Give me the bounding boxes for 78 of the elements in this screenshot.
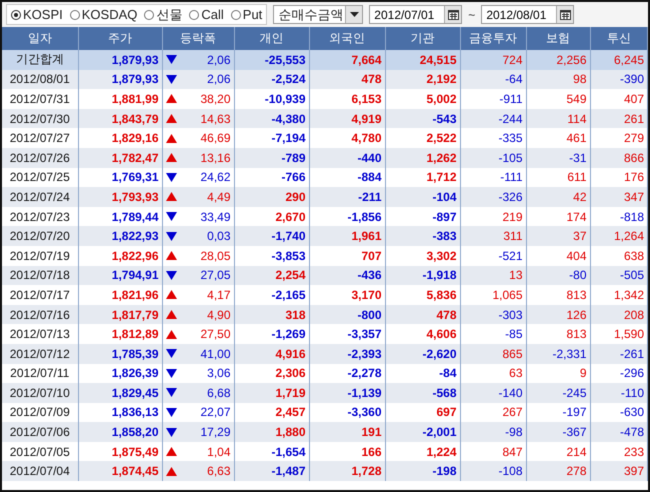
calendar-icon[interactable] [556,6,574,23]
change-cell: 27,05 [200,268,230,282]
start-date-field[interactable]: 2012/07/01 [369,5,462,24]
radio-button[interactable] [70,10,80,20]
up-triangle-icon [166,466,176,476]
up-triangle-icon [166,192,176,202]
market-label[interactable]: KOSPI [23,7,63,22]
value-cell: -108 [460,461,526,482]
value-cell: 1,728 [309,461,385,482]
change-cell: 38,20 [200,92,230,106]
column-header[interactable]: 개인 [234,27,309,50]
column-header[interactable]: 등락폭 [162,27,234,50]
up-triangle-icon [166,134,176,143]
change-cell: 27,50 [200,327,230,342]
down-triangle-icon [166,270,176,280]
down-triangle-icon [166,55,176,64]
change-cell: 0,03 [207,229,230,244]
up-triangle-icon [166,447,176,456]
change-cell: 28,05 [200,248,230,263]
change-cell: 46,69 [200,131,230,146]
radio-button[interactable] [144,10,154,20]
down-triangle-icon [166,349,176,358]
calendar-icon[interactable] [444,6,462,23]
column-header[interactable]: 투신 [590,27,648,50]
change-cell: 6,63 [207,464,230,478]
column-header[interactable]: 기관 [385,27,460,50]
change-cell: 6,68 [207,386,230,400]
column-header[interactable]: 일자 [2,27,78,50]
up-triangle-icon [166,114,176,124]
down-triangle-icon [166,388,176,398]
change-cell: 24,62 [200,170,230,184]
down-triangle-icon [166,74,176,84]
value-cell: 278 [526,461,590,482]
down-triangle-icon [166,368,176,378]
change-cell: 22,07 [200,405,230,420]
radio-button[interactable] [189,10,200,20]
column-header[interactable]: 금융투자 [460,27,526,50]
radio-button[interactable] [11,10,21,20]
price-cell: 1,874,45 [78,461,162,482]
change-cell: 4,49 [207,190,230,204]
value-cell: 397 [590,461,648,482]
column-header[interactable]: 외국인 [309,27,385,50]
market-label[interactable]: 선물 [156,6,182,24]
column-header[interactable]: 보험 [526,27,590,50]
up-triangle-icon [166,310,176,320]
value-cell: -198 [385,461,460,482]
date-range-separator: ~ [468,8,476,22]
change-cell: 17,29 [200,425,230,440]
change-cell: 4,90 [207,308,230,322]
date-cell: 2012/07/04 [2,461,78,482]
value-cell: -1,487 [234,461,309,482]
down-triangle-icon [166,212,176,222]
change-cell: 14,63 [200,112,230,126]
market-label[interactable]: Call [201,7,224,22]
up-triangle-icon [166,290,176,300]
change-cell: 2,06 [207,72,230,86]
up-triangle-icon [166,153,176,162]
down-triangle-icon [166,428,176,437]
change-cell: 13,16 [200,150,230,165]
change-cell: 1,04 [207,444,230,459]
down-triangle-icon [166,172,176,182]
column-header[interactable]: 주가 [78,27,162,50]
radio-button[interactable] [230,10,241,20]
down-triangle-icon [166,408,176,417]
up-triangle-icon [166,330,176,339]
change-cell: 41,00 [200,346,230,361]
change-cell: 4,17 [207,288,230,302]
up-triangle-icon [166,251,176,260]
market-label[interactable]: KOSDAQ [82,7,138,22]
end-date-field[interactable]: 2012/08/01 [481,5,574,24]
dropdown-caret-icon [350,12,359,17]
change-cell: 3,06 [207,366,230,380]
down-triangle-icon [166,232,176,241]
market-label[interactable]: Put [242,7,262,22]
metric-dropdown[interactable]: 순매수금액 [273,5,364,24]
change-cell: 2,06 [207,52,230,67]
up-triangle-icon [166,94,176,104]
change-cell: 33,49 [200,210,230,224]
